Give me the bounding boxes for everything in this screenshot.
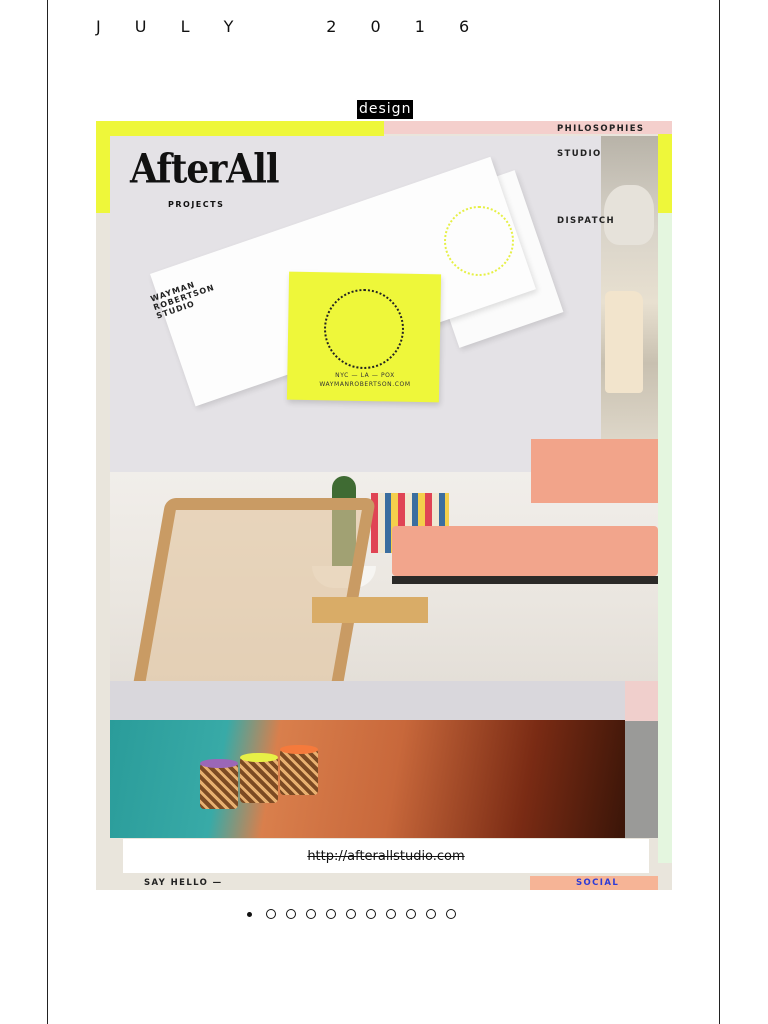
category-tag[interactable]: design: [357, 100, 414, 119]
issue-date: J U L Y 2 0 1 6: [96, 17, 484, 36]
stones-photo: [601, 136, 658, 439]
slide-pagination: [247, 905, 456, 923]
card-text: NYC — LA — POX WAYMANROBERTSON.COM: [319, 372, 411, 388]
pagination-dot[interactable]: [386, 909, 396, 919]
say-hello-link[interactable]: SAY HELLO —: [144, 878, 223, 888]
brand-subtitle: PROJECTS: [168, 200, 225, 209]
gray-band: [110, 681, 625, 721]
social-link[interactable]: SOCIAL: [576, 878, 619, 888]
daybed-frame: [392, 576, 658, 584]
website-screenshot[interactable]: AfterAll PROJECTS WAYMAN ROBERTSON STUDI…: [96, 121, 672, 890]
stone-block: [605, 291, 643, 393]
yellow-right-strip: [658, 134, 672, 213]
pagination-dot[interactable]: [266, 909, 276, 919]
pagination-dot[interactable]: [446, 909, 456, 919]
jar-lid: [240, 753, 278, 762]
jar-lid: [200, 759, 238, 768]
nav-dispatch[interactable]: DISPATCH: [557, 216, 615, 226]
pagination-dot[interactable]: [366, 909, 376, 919]
jar-lid: [280, 745, 318, 754]
url-caption[interactable]: http://afterallstudio.com: [123, 839, 649, 873]
brand-logo: AfterAll: [130, 145, 280, 193]
pink-sofa: [531, 439, 658, 503]
building-photo: [625, 721, 658, 838]
side-table: [312, 597, 428, 623]
pink-daybed: [392, 526, 658, 576]
pagination-dot[interactable]: [306, 909, 316, 919]
left-rule: [47, 0, 48, 1024]
jars-photo: [110, 720, 625, 838]
right-rule: [719, 0, 720, 1024]
stationery-photo: AfterAll PROJECTS WAYMAN ROBERTSON STUDI…: [110, 136, 601, 472]
pagination-dot[interactable]: [406, 909, 416, 919]
green-right-strip: [658, 213, 672, 863]
site-url-link[interactable]: http://afterallstudio.com: [307, 849, 464, 864]
pagination-dot[interactable]: [286, 909, 296, 919]
stone-round: [604, 185, 654, 245]
pagination-dot[interactable]: [426, 909, 436, 919]
pagination-dot[interactable]: [326, 909, 336, 919]
pagination-dot-active[interactable]: [247, 911, 252, 917]
nav-philosophies[interactable]: PHILOSOPHIES: [557, 124, 644, 134]
pagination-dot[interactable]: [346, 909, 356, 919]
jar: [200, 763, 238, 809]
pink-band: [625, 681, 658, 721]
envelope-ring-logo: [444, 206, 514, 276]
nav-studio[interactable]: STUDIO: [557, 149, 602, 159]
jar: [280, 749, 318, 795]
jar: [240, 757, 278, 803]
card-ring-logo: [324, 289, 404, 369]
